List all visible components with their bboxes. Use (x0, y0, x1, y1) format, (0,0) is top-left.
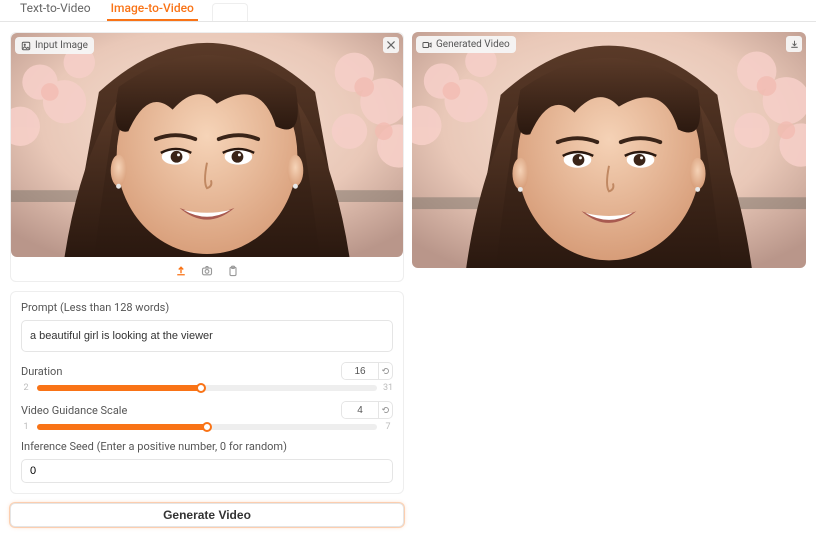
guidance-input[interactable] (342, 402, 378, 418)
input-image-preview (11, 33, 403, 257)
seed-input[interactable] (21, 459, 393, 483)
duration-input[interactable] (342, 363, 378, 379)
camera-icon[interactable] (201, 265, 213, 277)
guidance-max: 7 (383, 422, 393, 432)
undo-icon (382, 406, 390, 414)
duration-label: Duration (21, 365, 62, 378)
output-video-preview (412, 32, 806, 268)
duration-min: 2 (21, 383, 31, 393)
tab-spacer (212, 3, 248, 21)
tabs: Text-to-Video Image-to-Video (0, 0, 816, 22)
prompt-input[interactable] (21, 320, 393, 352)
guidance-min: 1 (21, 422, 31, 432)
tab-image-to-video[interactable]: Image-to-Video (101, 0, 204, 21)
input-image-panel[interactable]: Input Image (11, 33, 403, 257)
download-button[interactable] (786, 36, 802, 52)
image-icon (21, 41, 31, 51)
output-video-panel[interactable]: Generated Video (412, 32, 806, 268)
seed-label: Inference Seed (Enter a positive number,… (21, 440, 393, 453)
clipboard-icon[interactable] (227, 265, 239, 277)
video-icon (422, 40, 432, 50)
guidance-reset-button[interactable] (378, 402, 392, 418)
tab-text-to-video[interactable]: Text-to-Video (10, 0, 101, 21)
upload-icon[interactable] (175, 265, 187, 277)
controls-panel: Prompt (Less than 128 words) Duration 2 (10, 291, 404, 494)
clear-input-image-button[interactable] (383, 37, 399, 53)
input-image-label-text: Input Image (35, 40, 88, 51)
guidance-slider[interactable] (37, 424, 377, 430)
guidance-label: Video Guidance Scale (21, 404, 127, 417)
duration-reset-button[interactable] (378, 363, 392, 379)
close-icon (387, 41, 395, 49)
input-image-label: Input Image (15, 37, 94, 54)
generate-video-button[interactable]: Generate Video (10, 503, 404, 527)
undo-icon (382, 367, 390, 375)
download-icon (790, 40, 799, 49)
prompt-label: Prompt (Less than 128 words) (21, 301, 393, 314)
image-toolbar (11, 257, 403, 279)
output-video-label: Generated Video (416, 36, 516, 53)
duration-max: 31 (383, 383, 393, 393)
output-video-label-text: Generated Video (436, 39, 510, 50)
duration-slider[interactable] (37, 385, 377, 391)
